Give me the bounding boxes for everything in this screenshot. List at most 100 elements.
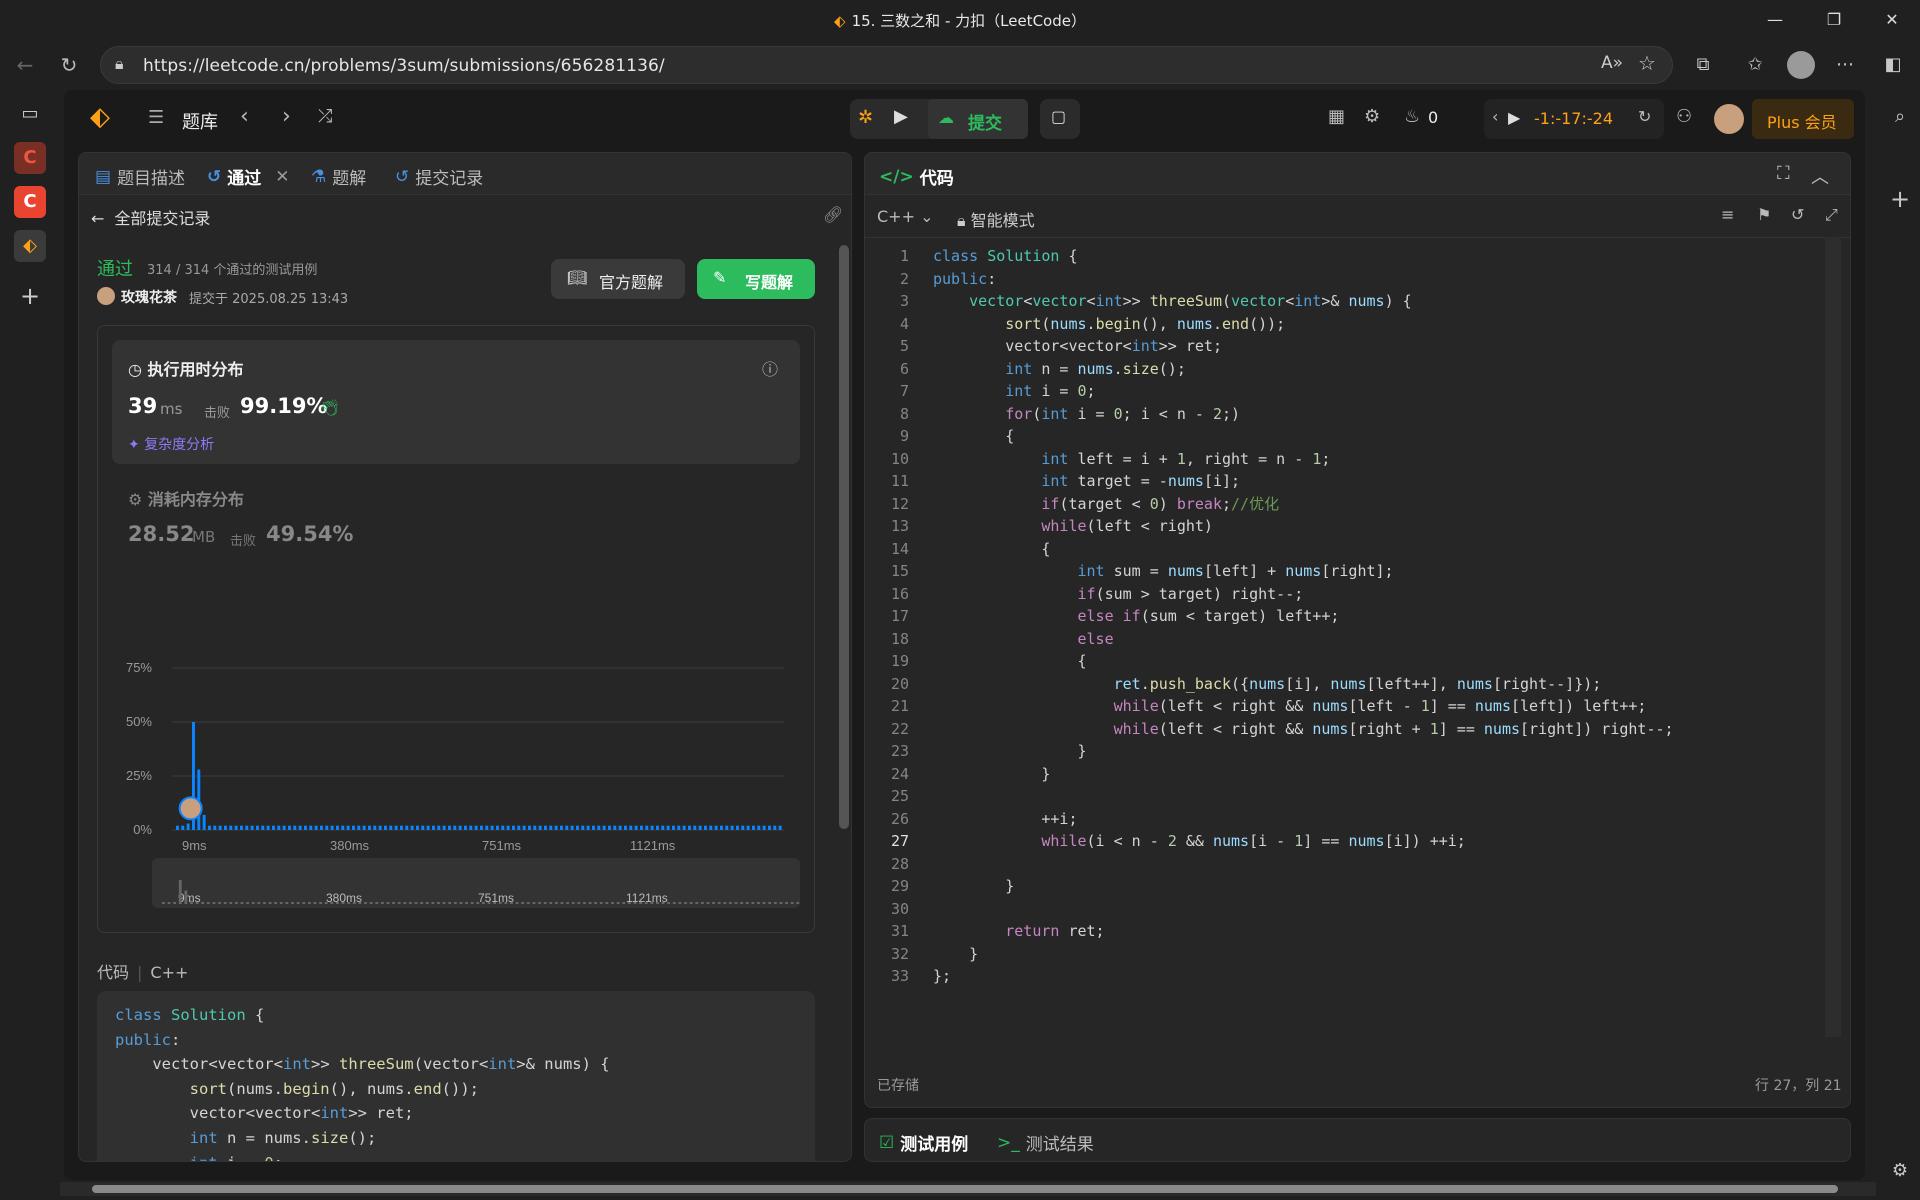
chart-bar[interactable] (405, 825, 409, 830)
close-window-button[interactable]: ✕ (1872, 6, 1912, 34)
chart-bar[interactable] (741, 825, 745, 830)
tab-csdn-2[interactable]: C (14, 186, 46, 218)
chart-bar[interactable] (176, 825, 179, 830)
fullscreen-icon[interactable]: ⤢ (1825, 205, 1838, 225)
chart-bar[interactable] (725, 825, 729, 830)
chart-bar[interactable] (325, 825, 329, 830)
chart-bar[interactable] (357, 825, 361, 830)
plus-member-button[interactable]: Plus 会员 (1752, 99, 1854, 139)
chart-bar[interactable] (181, 825, 185, 830)
chart-bar[interactable] (661, 825, 665, 830)
chart-bar[interactable] (469, 825, 473, 830)
chart-bar[interactable] (656, 825, 659, 830)
chart-bar[interactable] (549, 825, 553, 830)
chart-bar[interactable] (736, 825, 739, 830)
bookmark-icon[interactable]: ⚑ (1757, 205, 1771, 224)
chart-bar[interactable] (336, 825, 339, 830)
back-icon[interactable]: ← (8, 48, 42, 82)
chart-bar[interactable] (634, 825, 638, 830)
chart-bar[interactable] (202, 814, 206, 830)
chart-bar[interactable] (346, 825, 350, 830)
chart-bar[interactable] (288, 825, 291, 830)
chart-bar[interactable] (645, 825, 649, 830)
chart-bar[interactable] (266, 825, 270, 830)
extensions-icon[interactable]: ⧉ (1688, 50, 1718, 80)
chart-bar[interactable] (320, 825, 323, 830)
reset-code-icon[interactable]: ↺ (1791, 205, 1804, 224)
chart-bar[interactable] (410, 825, 414, 830)
share-link-icon[interactable]: 🔗︎ (823, 205, 843, 224)
chart-bar[interactable] (629, 825, 633, 830)
chart-bar[interactable] (757, 825, 761, 830)
chart-bar[interactable] (432, 825, 435, 830)
chart-bar[interactable] (330, 825, 334, 830)
chart-bar[interactable] (213, 825, 217, 830)
settings-icon[interactable]: ⚙ (1364, 106, 1380, 127)
chart-bar[interactable] (437, 825, 441, 830)
chart-bar[interactable] (341, 825, 345, 830)
chart-bar[interactable] (282, 825, 286, 830)
maximize-icon[interactable]: ⛶ (1777, 163, 1790, 184)
chart-bar[interactable] (773, 825, 777, 830)
chart-bar[interactable] (362, 825, 366, 830)
invite-user-icon[interactable]: ⚇ (1676, 106, 1692, 127)
chart-bar[interactable] (352, 825, 355, 830)
chart-bar[interactable] (314, 825, 318, 830)
favorite-star-icon[interactable]: ☆ (1638, 51, 1656, 75)
memory-section[interactable]: ⚙ 消耗内存分布 28.52 MB 击败 49.54% (112, 472, 800, 582)
chart-bar[interactable] (544, 825, 547, 830)
chart-bar[interactable] (517, 825, 521, 830)
debug-icon[interactable]: ✲ (858, 107, 873, 128)
language-select[interactable]: C++ ⌄ (877, 207, 933, 226)
chart-bar[interactable] (458, 825, 462, 830)
fire-icon[interactable]: ♨ (1404, 106, 1420, 127)
chart-bar[interactable] (474, 825, 478, 830)
tab-actions-icon[interactable]: ▭ (14, 98, 46, 130)
tab-description[interactable]: ▤ 题目描述 (95, 164, 185, 190)
tab-test-results[interactable]: >_ 测试结果 (997, 1130, 1094, 1156)
chart-bar[interactable] (464, 825, 467, 830)
chart-bar[interactable] (421, 825, 425, 830)
chart-bar[interactable] (394, 825, 398, 830)
page-horizontal-scrollbar[interactable] (60, 1182, 1876, 1196)
chart-bar[interactable] (720, 825, 723, 830)
sidebar-toggle-icon[interactable]: ◧ (1878, 50, 1908, 80)
user-position-marker[interactable] (178, 796, 203, 821)
problem-bank-link[interactable]: 题库 (182, 108, 218, 134)
left-scrollbar[interactable] (839, 245, 849, 829)
timer-reset-icon[interactable]: ↻ (1638, 107, 1651, 126)
chart-bar[interactable] (565, 825, 569, 830)
tab-accepted[interactable]: ↺ 通过 ✕ (207, 164, 290, 190)
chart-bar[interactable] (298, 825, 302, 830)
write-solution-button[interactable]: ✎ 写题解 (697, 259, 815, 299)
read-aloud-icon[interactable]: A» (1601, 53, 1623, 73)
favorites-icon[interactable]: ✩ (1740, 50, 1770, 80)
submitter-name[interactable]: 玫瑰花茶 (121, 287, 177, 307)
chart-bar[interactable] (581, 825, 585, 830)
chart-bar[interactable] (704, 825, 707, 830)
chart-bar[interactable] (570, 825, 574, 830)
chart-bar[interactable] (698, 825, 702, 830)
chart-bar[interactable] (506, 825, 510, 830)
prev-problem-icon[interactable]: ‹ (240, 104, 249, 129)
chart-bar[interactable] (501, 825, 505, 830)
editor-scrollbar[interactable] (1825, 237, 1841, 1037)
add-sidebar-app-icon[interactable]: + (1885, 184, 1915, 214)
format-icon[interactable]: ≡ (1721, 205, 1734, 224)
chart-bar[interactable] (378, 825, 382, 830)
chart-bar[interactable] (709, 825, 713, 830)
chart-bar[interactable] (522, 825, 526, 830)
chart-bar[interactable] (533, 825, 537, 830)
profile-avatar[interactable] (1787, 51, 1815, 79)
chart-bar[interactable] (261, 825, 265, 830)
chart-bar[interactable] (640, 825, 643, 830)
chart-bar[interactable] (688, 825, 691, 830)
chart-bar[interactable] (560, 825, 563, 830)
notes-button[interactable]: ▢ (1040, 99, 1080, 139)
official-solution-button[interactable]: 📖︎ 官方题解 (551, 259, 685, 299)
refresh-icon[interactable]: ↻ (52, 48, 86, 82)
tab-solutions[interactable]: ⚗ 题解 (311, 164, 366, 190)
chart-bar[interactable] (528, 825, 531, 830)
chart-bar[interactable] (752, 825, 755, 830)
chart-bar[interactable] (442, 825, 446, 830)
